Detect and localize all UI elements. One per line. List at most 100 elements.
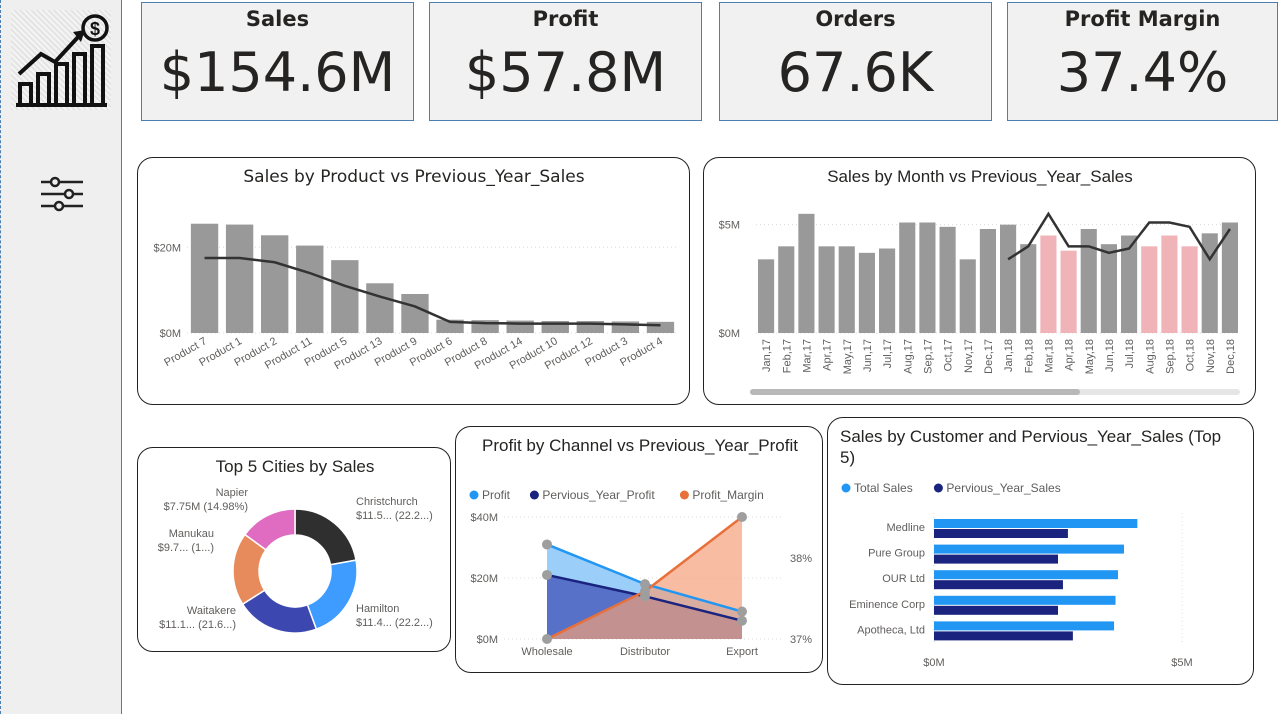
- kpi-value: $154.6M: [159, 41, 396, 104]
- sales-by-month-chart: Sales by Month vs Previous_Year_Sales $0…: [719, 167, 1240, 395]
- kpi-card-profit-margin: Profit Margin 37.4%: [1007, 2, 1278, 121]
- x-tick-label: Jul,18: [1124, 339, 1136, 368]
- slice-name-label: Waitakere: [187, 605, 236, 617]
- x-tick-label: Export: [726, 646, 758, 658]
- y-tick-label: Medline: [886, 522, 925, 534]
- sales-by-month-card[interactable]: Sales by Month vs Previous_Year_Sales $0…: [703, 157, 1256, 405]
- bar: [838, 246, 855, 333]
- y-tick-label: Pure Group: [868, 548, 925, 560]
- x-tick-label: Oct,18: [1185, 339, 1197, 371]
- bar: [1060, 250, 1077, 333]
- y-tick-label: $5M: [719, 220, 740, 232]
- sales-by-customer-card[interactable]: Sales by Customer and Pervious_Year_Sale…: [827, 417, 1254, 685]
- bar: [778, 246, 795, 333]
- sales-by-product-card[interactable]: Sales by Product vs Previous_Year_Sales …: [137, 157, 690, 405]
- y-tick-label: $20M: [153, 242, 181, 254]
- x-tick-label: Mar,18: [1043, 339, 1055, 373]
- bar: [296, 245, 324, 333]
- bar: [1100, 244, 1117, 333]
- slice-value-label: $7.75M (14.98%): [164, 501, 248, 513]
- bar: [934, 570, 1119, 580]
- bar: [401, 294, 429, 333]
- x-tick-label: Jul,17: [882, 339, 894, 368]
- bar: [798, 213, 815, 333]
- x-tick-label: Oct,17: [943, 339, 955, 371]
- x-tick-label: Aug,17: [902, 339, 914, 374]
- x-tick-label: Sep,18: [1164, 339, 1176, 374]
- bar: [934, 595, 1116, 605]
- x-tick-label: Dec,18: [1225, 339, 1237, 374]
- x-tick-label: Jun,18: [1104, 339, 1116, 372]
- y-tick-label: $0M: [719, 328, 740, 340]
- slice-name-label: Manukau: [169, 528, 214, 540]
- kpi-card-orders: Orders 67.6K: [719, 2, 992, 121]
- x-tick-label: Jan,17: [761, 339, 773, 372]
- bar: [646, 321, 675, 333]
- kpi-value: 37.4%: [1056, 41, 1229, 104]
- x-tick-label: Aug,18: [1144, 339, 1156, 374]
- data-point: [737, 606, 747, 617]
- kpi-value: 67.6K: [777, 41, 934, 104]
- bar: [758, 259, 775, 333]
- legend-label: Pervious_Year_Profit: [542, 488, 655, 502]
- legend-label: Profit_Margin: [692, 488, 763, 502]
- bar: [1080, 229, 1097, 333]
- kpi-title: Sales: [245, 7, 310, 31]
- sliders-filter-icon[interactable]: [39, 176, 85, 217]
- data-point: [542, 569, 552, 580]
- top-cities-card[interactable]: Top 5 Cities by Sales Christchurch $11.5.…: [137, 447, 451, 652]
- donut-slice: [306, 559, 358, 631]
- chart-title-line-2: 5): [840, 448, 855, 467]
- bar: [1181, 246, 1198, 333]
- bar: [879, 248, 896, 333]
- sales-growth-chart-icon: $: [16, 14, 109, 107]
- bar: [934, 621, 1115, 631]
- x-tick-label: Nov,17: [963, 339, 975, 373]
- legend-label: Profit: [482, 488, 511, 502]
- legend-marker: [469, 490, 479, 500]
- legend-marker: [933, 483, 943, 493]
- data-point: [640, 586, 650, 597]
- kpi-value: $57.8M: [464, 41, 667, 104]
- bar: [1040, 235, 1057, 333]
- donut-slice: [294, 508, 357, 566]
- chart-title-line-1: Sales by Customer and Pervious_Year_Sale…: [840, 427, 1221, 446]
- slice-value-label: $11.1... (21.6...): [159, 619, 236, 631]
- bar: [934, 631, 1073, 641]
- x-tick-label: Feb,18: [1023, 339, 1035, 373]
- horizontal-scrollbar-thumb[interactable]: [750, 389, 1080, 395]
- bar: [331, 260, 359, 333]
- slice-value-label: $11.4... (22.2...): [356, 617, 433, 629]
- bar: [934, 519, 1138, 528]
- slice-value-label: $9.7... (1...): [158, 542, 214, 554]
- chart-title: Top 5 Cities by Sales: [216, 457, 375, 476]
- bar: [858, 252, 875, 333]
- slice-name-label: Napier: [216, 487, 249, 499]
- chart-title: Sales by Product vs Previous_Year_Sales: [243, 167, 584, 187]
- bar: [225, 224, 254, 333]
- bar: [1161, 235, 1178, 333]
- bar: [934, 580, 1063, 590]
- data-point: [737, 615, 747, 626]
- bar: [934, 529, 1068, 538]
- legend-marker: [841, 483, 851, 493]
- x-tick-label: Jan,18: [1003, 339, 1015, 372]
- profit-by-channel-card[interactable]: Profit by Channel vs Previous_Year_Profi…: [455, 426, 823, 673]
- bar: [1020, 244, 1037, 333]
- bar: [934, 544, 1124, 554]
- y-tick-label: $0M: [160, 328, 181, 340]
- y-tick-label: $20M: [470, 573, 498, 585]
- bar: [1141, 246, 1158, 333]
- legend-marker: [529, 490, 539, 500]
- x-tick-label: Feb,17: [781, 339, 793, 373]
- y-tick-label: $0M: [477, 634, 498, 646]
- bar: [979, 229, 996, 333]
- x-tick-label: $5M: [1171, 657, 1192, 669]
- x-tick-label: Apr,17: [822, 339, 834, 371]
- y2-tick-label: 38%: [790, 553, 812, 565]
- x-tick-label: Sep,17: [922, 339, 934, 374]
- y-tick-label: Apotheca, Ltd: [857, 624, 925, 636]
- slice-name-label: Christchurch: [356, 496, 418, 508]
- kpi-card-sales: Sales $154.6M: [141, 2, 414, 121]
- sidebar: $: [0, 0, 122, 714]
